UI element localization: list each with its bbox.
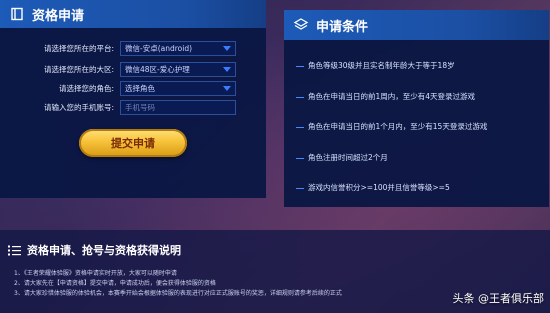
notes-header: 资格申请、抢号与资格获得说明 — [8, 242, 181, 258]
conditions-header: 申请条件 — [284, 10, 549, 40]
phone-row: 请输入您的手机账号: 手机号码 — [0, 100, 266, 116]
chevron-down-icon — [223, 67, 231, 72]
platform-label: 请选择您所在的平台: — [43, 44, 114, 53]
conditions-title: 申请条件 — [316, 19, 369, 35]
phone-placeholder: 手机号码 — [125, 103, 155, 112]
platform-value: 微信-安卓(android) — [125, 44, 193, 53]
region-value: 微信48区-爱心护理 — [125, 65, 190, 74]
submit-button[interactable]: 提交申请 — [79, 129, 187, 157]
phone-input[interactable]: 手机号码 — [120, 100, 236, 115]
condition-item: 游戏内信誉积分>=100并且信誉等级>=5 — [296, 182, 450, 193]
condition-item: 角色注册时间超过2个月 — [296, 152, 388, 163]
conditions-panel: 申请条件 角色等级30级并且实名制年龄大于等于18岁 角色在申请当日的前1周内，… — [284, 10, 549, 207]
phone-label: 请输入您的手机账号: — [43, 103, 114, 112]
region-label: 请选择您所在的大区: — [43, 65, 114, 74]
region-row: 请选择您所在的大区: 微信48区-爱心护理 — [0, 62, 266, 78]
application-title: 资格申请 — [32, 8, 85, 24]
platform-select[interactable]: 微信-安卓(android) — [120, 41, 236, 56]
region-select[interactable]: 微信48区-爱心护理 — [120, 62, 236, 77]
note-item: 1、《王者荣耀体验服》资格申请实时开放，大家可以随时申请 — [14, 270, 177, 277]
chevron-down-icon — [223, 86, 231, 91]
notes-title: 资格申请、抢号与资格获得说明 — [27, 244, 181, 257]
role-row: 请选择您的角色: 选择角色 — [0, 81, 266, 97]
role-label: 请选择您的角色: — [58, 84, 114, 93]
chevron-down-icon — [223, 46, 231, 51]
condition-item: 角色等级30级并且实名制年龄大于等于18岁 — [296, 60, 455, 71]
note-item: 3、请大家珍惜体验服的体验机会，本赛季开始会根据体验服的表现进行对应正式服账号的… — [14, 290, 342, 297]
book-icon — [8, 5, 26, 23]
note-item: 2、请大家先在【申请资格】提交申请，申请成功后，便会获得体验服的资格 — [14, 280, 216, 287]
condition-item: 角色在申请当日的前1个月内，至少有15天登录过游戏 — [296, 121, 487, 132]
application-header: 资格申请 — [0, 0, 266, 28]
application-panel: 资格申请 请选择您所在的平台: 微信-安卓(android) 请选择您所在的大区… — [0, 0, 266, 198]
role-select[interactable]: 选择角色 — [120, 81, 236, 96]
platform-row: 请选择您所在的平台: 微信-安卓(android) — [0, 41, 266, 57]
layers-icon — [292, 16, 310, 34]
watermark: 头条 @王者俱乐部 — [452, 292, 545, 305]
condition-item: 角色在申请当日的前1周内，至少有4天登录过游戏 — [296, 91, 475, 102]
list-icon — [8, 245, 21, 256]
role-value: 选择角色 — [125, 84, 155, 93]
